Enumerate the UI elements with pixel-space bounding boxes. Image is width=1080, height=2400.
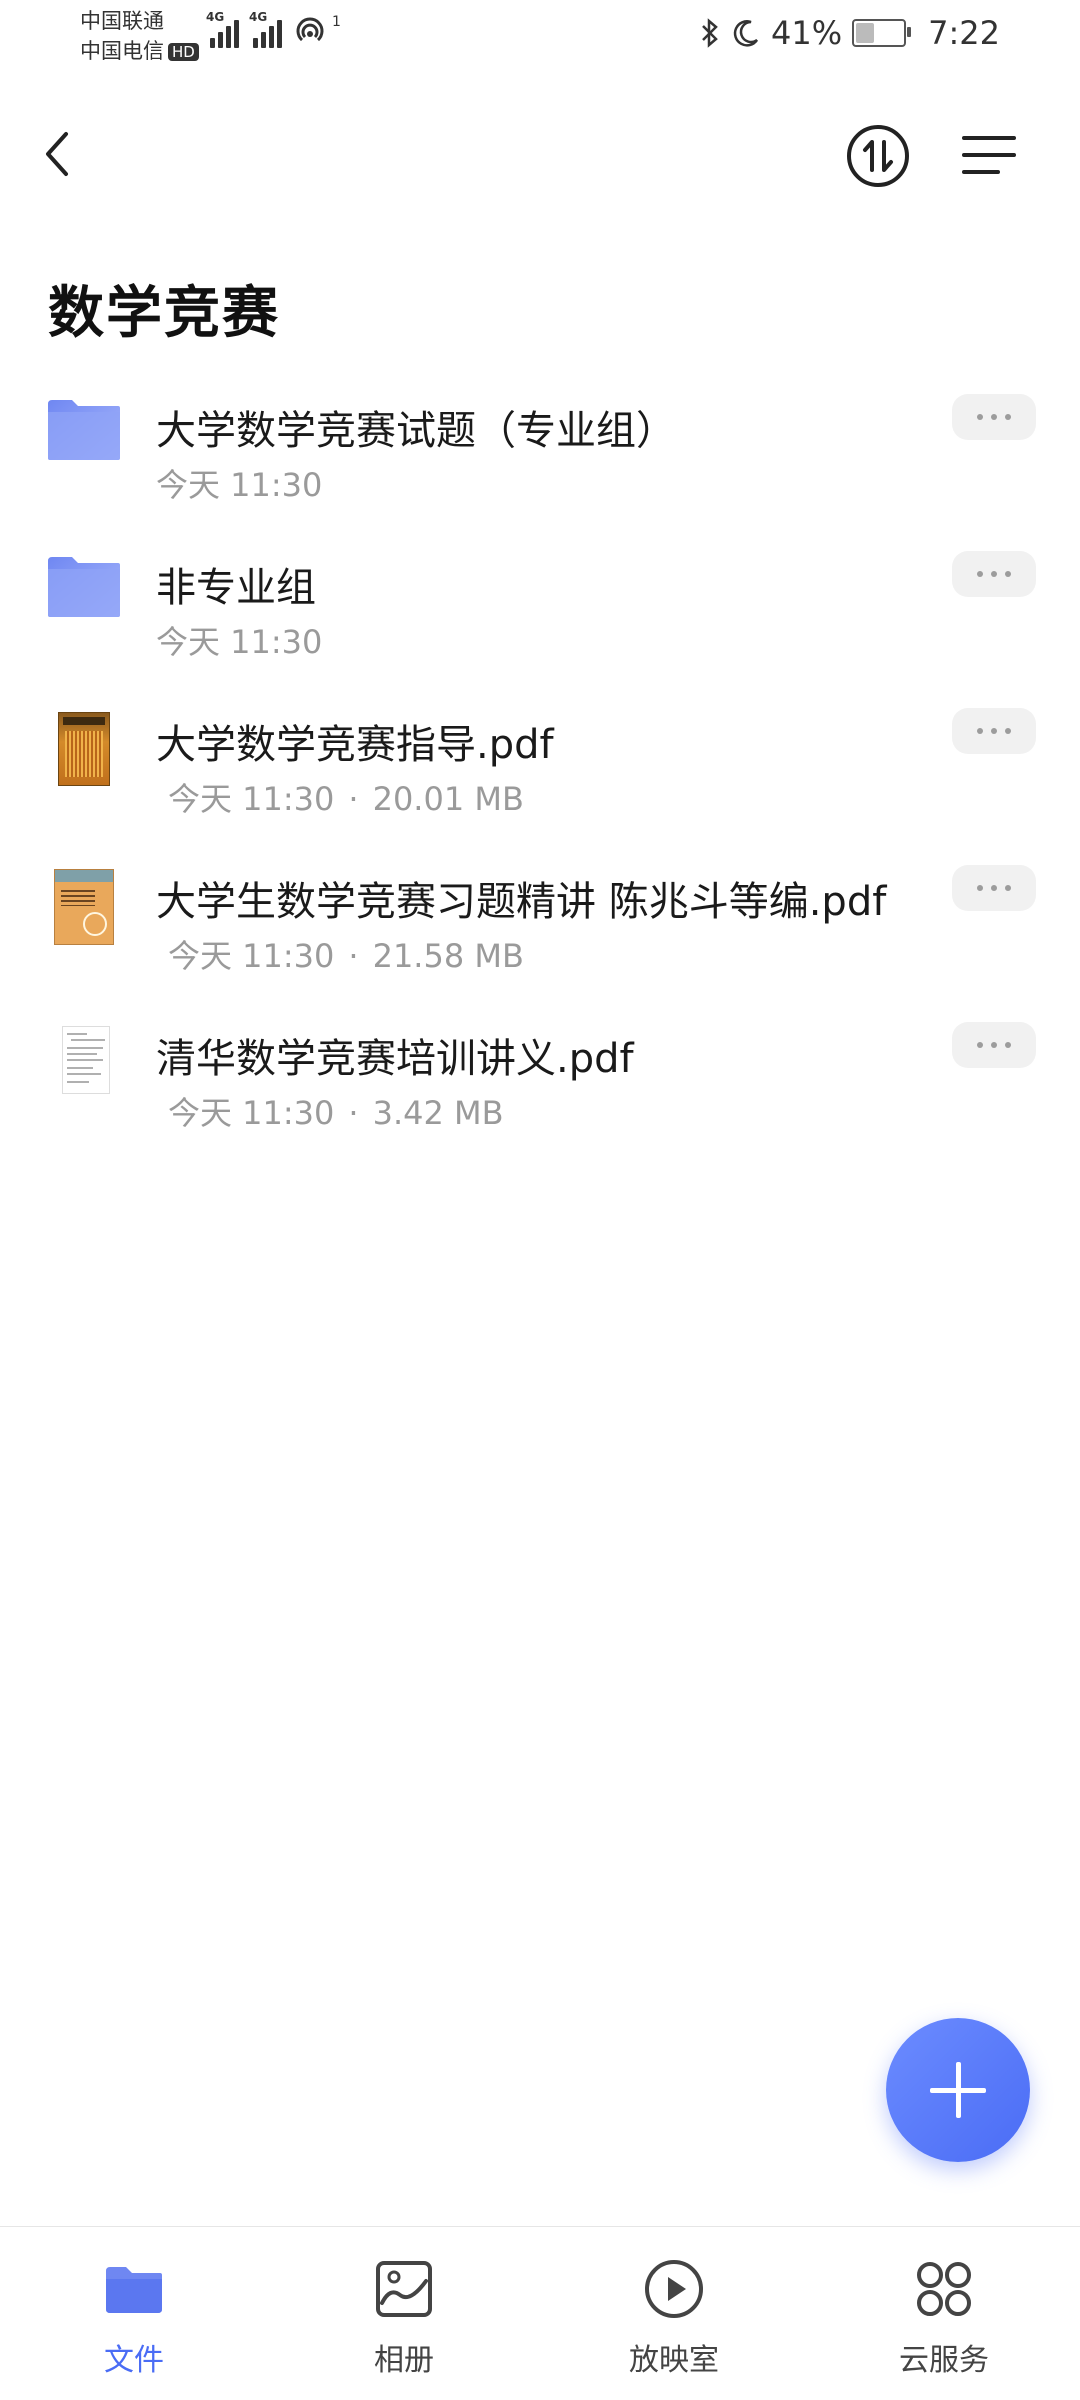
- file-row-pdf[interactable]: 大学数学竞赛指导.pdf 今天 11:30 · 20.01 MB: [0, 694, 1080, 851]
- status-right: 41% 7:22: [699, 14, 1000, 52]
- moon-icon: [733, 20, 759, 47]
- meta-separator: ·: [348, 1094, 359, 1132]
- pdf-thumbnail-icon: [46, 712, 122, 788]
- signal-indicators: 4G 4G 1: [206, 10, 341, 48]
- menu-lines-icon[interactable]: [958, 124, 1020, 186]
- pdf-thumbnail-icon: [46, 1026, 122, 1102]
- file-date: 今天 11:30: [168, 1094, 335, 1132]
- file-size: 20.01 MB: [372, 780, 524, 818]
- add-button[interactable]: [886, 2018, 1030, 2162]
- nav-label: 文件: [104, 2343, 164, 2378]
- file-name: 大学数学竞赛指导.pdf: [156, 722, 554, 768]
- meta-separator: ·: [348, 937, 359, 975]
- carrier-info: 中国联通 中国电信 HD: [80, 6, 199, 66]
- network-type-2: 4G: [249, 10, 268, 24]
- file-meta: 今天 11:30: [156, 460, 322, 506]
- sort-arrows-icon[interactable]: [846, 124, 910, 188]
- more-options-button[interactable]: [952, 708, 1036, 754]
- nav-label: 相册: [374, 2343, 434, 2378]
- hd-badge: HD: [168, 43, 199, 61]
- hotspot-count: 1: [332, 14, 341, 30]
- folder-icon: [46, 398, 122, 474]
- file-row-pdf[interactable]: 清华数学竞赛培训讲义.pdf 今天 11:30 · 3.42 MB: [0, 1008, 1080, 1165]
- file-meta: 今天 11:30 · 3.42 MB: [168, 1088, 504, 1134]
- hotspot-icon: [296, 17, 324, 42]
- file-row-pdf[interactable]: 大学生数学竞赛习题精讲 陈兆斗等编.pdf 今天 11:30 · 21.58 MB: [0, 851, 1080, 1008]
- more-options-button[interactable]: [952, 1022, 1036, 1068]
- network-type-1: 4G: [206, 10, 225, 24]
- more-options-button[interactable]: [952, 865, 1036, 911]
- file-meta: 今天 11:30 · 20.01 MB: [168, 774, 524, 820]
- file-name: 非专业组: [156, 565, 316, 611]
- file-size: 21.58 MB: [372, 937, 524, 975]
- play-circle-icon: [645, 2260, 703, 2318]
- bluetooth-icon: [702, 18, 718, 48]
- carrier-2-label: 中国电信: [80, 39, 164, 63]
- pdf-thumbnail-icon: [46, 869, 122, 945]
- folder-icon: [106, 2267, 162, 2313]
- more-options-button[interactable]: [952, 394, 1036, 440]
- nav-item-files[interactable]: 文件: [34, 2257, 234, 2379]
- file-row-folder[interactable]: 大学数学竞赛试题（专业组） 今天 11:30: [0, 380, 1080, 537]
- battery-icon: [852, 19, 912, 47]
- nav-item-cloud[interactable]: 云服务: [844, 2257, 1044, 2379]
- file-size: 3.42 MB: [372, 1094, 504, 1132]
- nav-label: 云服务: [899, 2343, 989, 2378]
- nav-item-album[interactable]: 相册: [304, 2257, 504, 2379]
- file-name: 清华数学竞赛培训讲义.pdf: [156, 1036, 634, 1082]
- more-options-button[interactable]: [952, 551, 1036, 597]
- toolbar: [0, 110, 1080, 200]
- grid-circles-icon: [917, 2262, 971, 2316]
- page-title: 数学竞赛: [48, 281, 280, 346]
- status-bar: 中国联通 中国电信 HD 4G 4G 1 41% 7:22: [0, 0, 1080, 72]
- battery-percent: 41%: [771, 14, 843, 52]
- signal-strength-icon: 4G: [206, 10, 239, 48]
- file-date: 今天 11:30: [156, 466, 323, 504]
- file-date: 今天 11:30: [168, 937, 335, 975]
- file-date: 今天 11:30: [168, 780, 335, 818]
- nav-item-theater[interactable]: 放映室: [574, 2257, 774, 2379]
- file-meta: 今天 11:30: [156, 617, 322, 663]
- carrier-1-label: 中国联通: [80, 9, 164, 33]
- meta-separator: ·: [348, 780, 359, 818]
- file-list: 大学数学竞赛试题（专业组） 今天 11:30 非专业组 今天 11:30 大学数…: [0, 380, 1080, 1165]
- signal-strength-icon: 4G: [249, 10, 282, 48]
- chevron-left-icon[interactable]: [30, 124, 90, 184]
- bottom-nav: 文件 相册 放映室 云服务: [0, 2226, 1080, 2400]
- nav-label: 放映室: [629, 2343, 719, 2378]
- file-name: 大学数学竞赛试题（专业组）: [156, 408, 676, 454]
- file-date: 今天 11:30: [156, 623, 323, 661]
- folder-icon: [46, 555, 122, 631]
- file-row-folder[interactable]: 非专业组 今天 11:30: [0, 537, 1080, 694]
- photo-album-icon: [376, 2261, 432, 2317]
- file-meta: 今天 11:30 · 21.58 MB: [168, 931, 524, 977]
- clock: 7:22: [928, 14, 1000, 52]
- file-name: 大学生数学竞赛习题精讲 陈兆斗等编.pdf: [156, 879, 887, 925]
